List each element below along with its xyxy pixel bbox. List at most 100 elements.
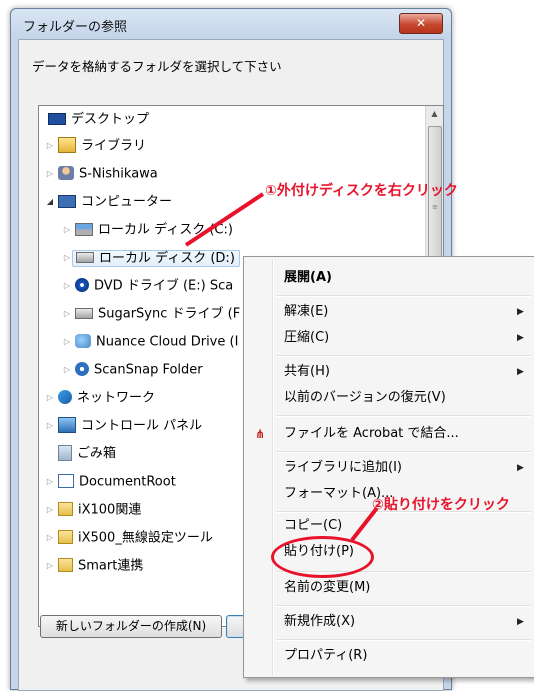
expand-arrow-icon[interactable]: ▷ [45,470,55,494]
tree-item-desktop[interactable]: デスクトップ [45,108,149,132]
tree-item-sugarsync[interactable]: ▷ SugarSync ドライブ (F [62,302,240,326]
tree-item-label: ローカル ディスク (D:) [99,250,235,266]
new-folder-button[interactable]: 新しいフォルダーの作成(N) [40,615,222,638]
tree-item-nuance-cloud[interactable]: ▷ Nuance Cloud Drive (I [62,330,238,354]
tree-item-label: コンピューター [81,194,173,210]
folder-icon [58,530,73,544]
tree-item-dvd-drive[interactable]: ▷ DVD ドライブ (E:) Sca [62,274,233,298]
tree-item-document-root[interactable]: ▷ DocumentRoot [45,470,176,494]
menu-separator [276,355,531,357]
expand-arrow-icon[interactable]: ▷ [45,554,55,578]
computer-icon [58,194,76,208]
tree-item-label: デスクトップ [71,112,150,127]
tree-item-recycle-bin[interactable]: ごみ箱 [55,442,116,466]
tree-item-label: iX100関連 [78,502,142,518]
expand-arrow-icon[interactable]: ▷ [45,498,55,522]
tree-item-control-panel[interactable]: ▷ コントロール パネル [45,414,202,438]
menu-item-extract[interactable]: 解凍(E) [284,301,328,323]
tree-item-label: ScanSnap Folder [94,362,203,378]
tree-item-label: ローカル ディスク (C:) [98,222,233,238]
tree-item-network[interactable]: ▷ ネットワーク [45,386,155,410]
user-icon [58,166,74,180]
tree-item-ix100[interactable]: ▷ iX100関連 [45,498,141,522]
menu-item-add-to-library[interactable]: ライブラリに追加(I) [284,457,402,479]
context-menu: 展開(A) 解凍(E) ▶ 圧縮(C) ▶ 共有(H) ▶ 以前のバージョンの復… [243,256,534,678]
scansnap-icon [75,362,89,376]
library-icon [58,137,76,153]
menu-item-copy[interactable]: コピー(C) [284,515,342,537]
expand-arrow-icon[interactable]: ▷ [45,526,55,550]
tree-item-smart[interactable]: ▷ Smart連携 [45,554,143,578]
submenu-arrow-icon: ▶ [517,463,524,473]
expand-arrow-icon[interactable]: ▷ [62,274,72,298]
expand-arrow-icon[interactable]: ▷ [62,358,72,382]
hard-disk-icon [75,222,93,236]
acrobat-icon: ⋔ [254,427,266,441]
menu-item-compress[interactable]: 圧縮(C) [284,327,329,349]
tree-item-local-disk-d[interactable]: ▷ ローカル ディスク (D:) [62,246,240,270]
menu-separator [276,639,531,641]
menu-separator [276,605,531,607]
expand-arrow-icon[interactable]: ▷ [62,246,72,270]
tree-item-label: Smart連携 [78,558,144,574]
submenu-arrow-icon: ▶ [517,367,524,377]
control-panel-icon [58,417,76,433]
expand-arrow-icon[interactable]: ▷ [45,386,55,410]
menu-item-restore-previous[interactable]: 以前のバージョンの復元(V) [284,387,446,409]
tree-item-label: SugarSync ドライブ (F [98,306,241,322]
submenu-arrow-icon: ▶ [517,333,524,343]
title-bar: フォルダーの参照 ✕ [11,9,451,39]
dvd-icon [75,278,89,292]
hard-disk-icon [76,251,94,263]
dialog-title: フォルダーの参照 [23,20,128,35]
grip-icon: ≡ [432,203,438,211]
tree-item-label: DocumentRoot [79,474,176,490]
submenu-arrow-icon: ▶ [517,307,524,317]
tree-item-scansnap-folder[interactable]: ▷ ScanSnap Folder [62,358,203,382]
tree-item-computer[interactable]: ◢ コンピューター [45,190,172,214]
menu-gutter [272,259,274,675]
menu-item-new[interactable]: 新規作成(X) [284,611,355,633]
annotation-step2: ②貼り付けをクリック [372,497,510,513]
tree-item-label: S-Nishikawa [79,166,158,182]
collapse-arrow-icon[interactable]: ◢ [45,190,55,214]
menu-separator [276,451,531,453]
document-root-icon [58,474,74,488]
tree-item-label: DVD ドライブ (E:) Sca [94,278,234,294]
menu-item-rename[interactable]: 名前の変更(M) [284,577,370,599]
folder-icon [58,502,73,516]
submenu-arrow-icon: ▶ [517,617,524,627]
menu-separator [276,295,531,297]
tree-item-label: Nuance Cloud Drive (I [96,334,239,350]
close-button[interactable]: ✕ [399,13,443,34]
tree-item-library[interactable]: ▷ ライブラリ [45,134,146,158]
network-icon [58,390,72,404]
paste-highlight-circle [271,536,374,578]
expand-arrow-icon[interactable]: ▷ [45,134,55,158]
tree-item-user[interactable]: ▷ S-Nishikawa [45,162,158,186]
folder-icon [58,558,73,572]
expand-arrow-icon[interactable]: ▷ [62,218,72,242]
tree-item-local-disk-c[interactable]: ▷ ローカル ディスク (C:) [62,218,233,242]
tree-item-label: コントロール パネル [81,418,203,434]
menu-item-expand[interactable]: 展開(A) [284,267,332,289]
menu-item-combine-acrobat[interactable]: ファイルを Acrobat で結合... [284,423,459,445]
expand-arrow-icon[interactable]: ▷ [62,330,72,354]
menu-item-share[interactable]: 共有(H) [284,361,330,383]
instruction-text: データを格納するフォルダを選択して下さい [32,59,282,74]
recycle-bin-icon [58,444,72,461]
expand-arrow-icon[interactable]: ▷ [45,414,55,438]
scroll-up-icon[interactable]: ▲ [427,106,442,122]
expand-arrow-icon[interactable]: ▷ [45,162,55,186]
expand-arrow-icon[interactable]: ▷ [62,302,72,326]
selection-highlight: ローカル ディスク (D:) [72,249,240,267]
menu-item-properties[interactable]: プロパティ(R) [284,645,367,667]
hard-disk-icon [75,307,93,319]
tree-item-ix500[interactable]: ▷ iX500_無線設定ツール [45,526,213,550]
tree-item-label: iX500_無線設定ツール [78,530,213,546]
tree-item-label: ごみ箱 [77,446,117,461]
tree-item-label: ライブラリ [81,138,147,154]
menu-separator [276,415,531,417]
tree-item-label: ネットワーク [77,390,156,406]
cloud-drive-icon [75,334,91,348]
